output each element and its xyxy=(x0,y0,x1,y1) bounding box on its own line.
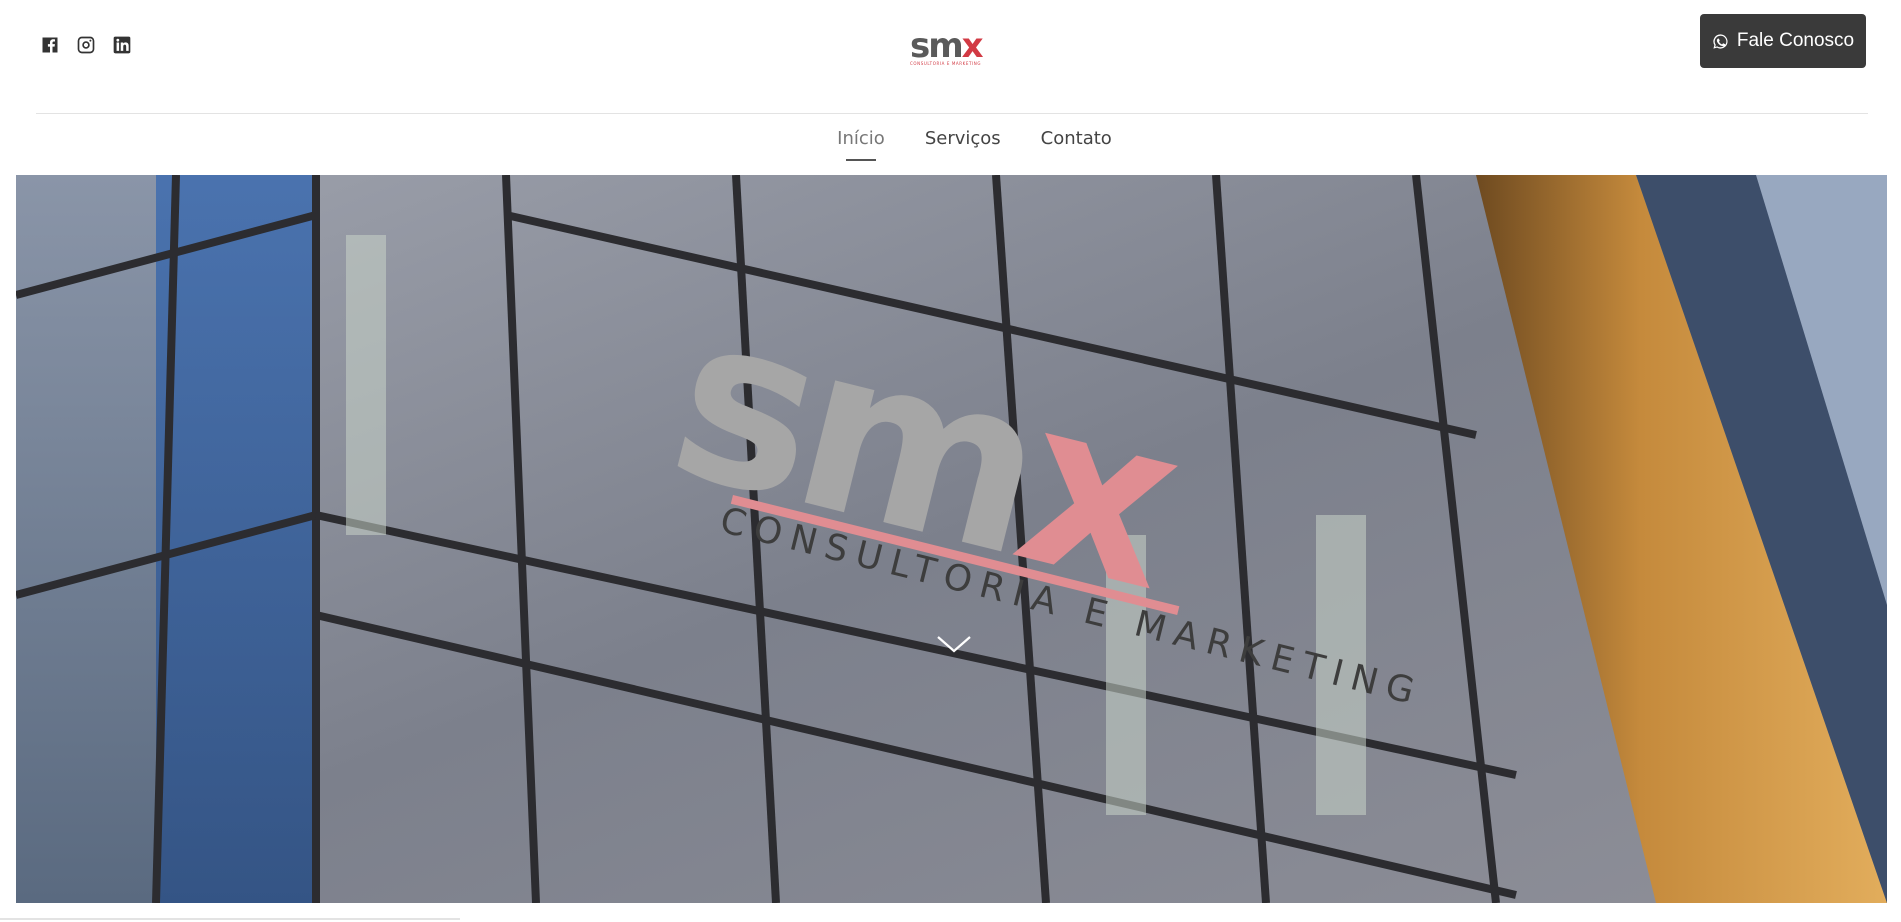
bottom-divider xyxy=(0,918,460,920)
logo-wordmark: smx xyxy=(910,26,984,66)
main-nav: Início Serviços Contato xyxy=(0,114,1901,174)
linkedin-icon[interactable] xyxy=(111,34,133,56)
hero-background-image xyxy=(16,175,1887,903)
facebook-icon[interactable] xyxy=(39,34,61,56)
nav-item-contato[interactable]: Contato xyxy=(1041,114,1112,174)
instagram-icon[interactable] xyxy=(75,34,97,56)
contact-button[interactable]: Fale Conosco xyxy=(1700,14,1866,68)
nav-item-inicio[interactable]: Início xyxy=(837,114,885,174)
brand-logo[interactable]: smx CONSULTORIA E MARKETING xyxy=(910,28,994,72)
chevron-down-icon xyxy=(937,636,971,653)
social-links xyxy=(39,34,133,56)
nav-item-servicos[interactable]: Serviços xyxy=(925,114,1001,174)
scroll-down-button[interactable] xyxy=(936,633,972,655)
contact-button-label: Fale Conosco xyxy=(1736,30,1855,51)
site-header: smx CONSULTORIA E MARKETING Fale Conosco xyxy=(0,0,1901,114)
whatsapp-icon xyxy=(1713,33,1728,49)
hero-banner: smx CONSULTORIA E MARKETING xyxy=(16,175,1887,903)
